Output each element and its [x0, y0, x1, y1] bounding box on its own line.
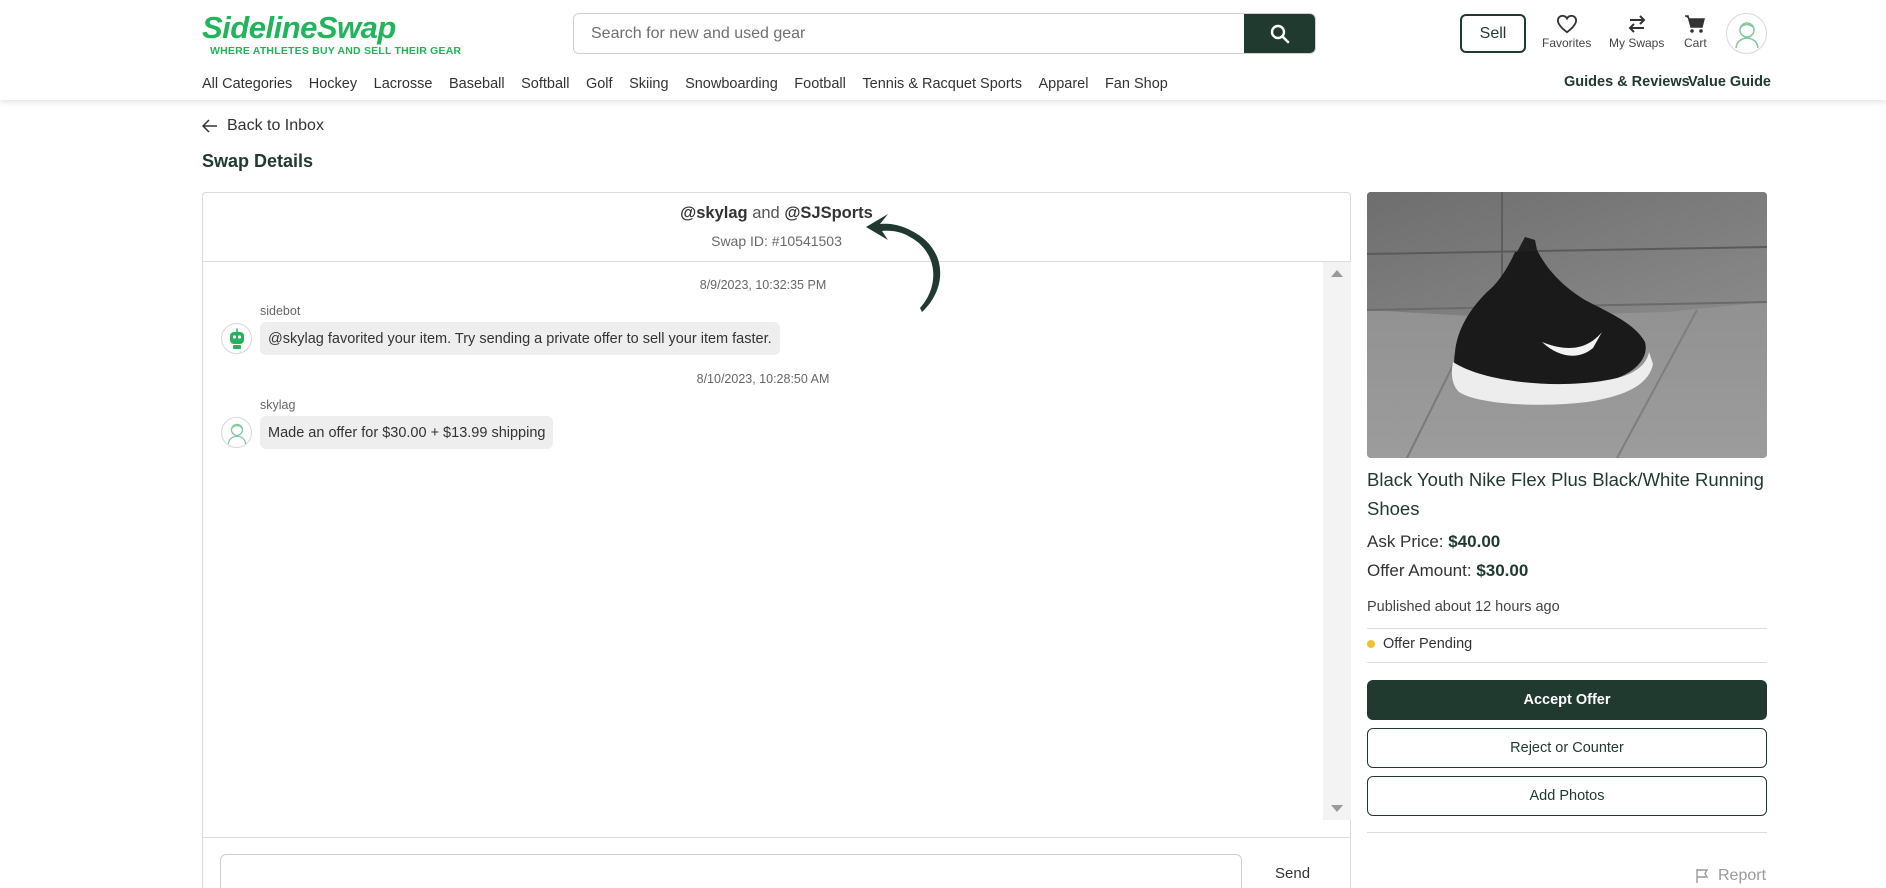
robot-icon	[229, 328, 244, 349]
nav-item-hockey[interactable]: Hockey	[309, 76, 357, 92]
cart-label: Cart	[1684, 36, 1707, 50]
sidelineswap-logo[interactable]: SidelineSwap WHERE ATHLETES BUY AND SELL…	[202, 10, 461, 59]
swap-chat-panel: @skylag and @SJSports Swap ID: #10541503…	[202, 192, 1351, 888]
nav-item-lacrosse[interactable]: Lacrosse	[374, 76, 433, 92]
message-input[interactable]	[220, 854, 1242, 888]
divider	[1367, 662, 1767, 663]
nav-item-skiing[interactable]: Skiing	[629, 76, 669, 92]
ask-price-label: Ask Price:	[1367, 532, 1444, 551]
nav-item-golf[interactable]: Golf	[586, 76, 613, 92]
ask-price-value: $40.00	[1448, 532, 1501, 551]
nav-item-baseball[interactable]: Baseball	[449, 76, 505, 92]
skylag-avatar	[221, 417, 252, 448]
swap-arrows-icon	[1628, 15, 1646, 33]
message-timestamp: 8/10/2023, 10:28:50 AM	[696, 372, 830, 386]
sidebot-avatar	[221, 323, 252, 354]
site-header: SidelineSwap WHERE ATHLETES BUY AND SELL…	[0, 0, 1886, 100]
published-time: Published about 12 hours ago	[1367, 599, 1560, 615]
message-composer: Send	[203, 837, 1350, 888]
back-to-inbox-link[interactable]: Back to Inbox	[202, 117, 324, 135]
favorites-link[interactable]: Favorites	[1542, 14, 1591, 50]
logo-tagline: WHERE ATHLETES BUY AND SELL THEIR GEAR	[210, 45, 462, 57]
reject-or-counter-button[interactable]: Reject or Counter	[1367, 728, 1767, 768]
message-timestamp: 8/9/2023, 10:32:35 PM	[699, 278, 827, 292]
heart-icon	[1556, 14, 1577, 34]
nav-item-apparel[interactable]: Apparel	[1038, 76, 1088, 92]
logo-wordmark: SidelineSwap	[202, 10, 396, 45]
offer-amount-label: Offer Amount:	[1367, 561, 1472, 580]
send-button[interactable]: Send	[1275, 865, 1310, 882]
divider	[1367, 628, 1767, 629]
my-swaps-link[interactable]: My Swaps	[1609, 14, 1664, 50]
product-title[interactable]: Black Youth Nike Flex Plus Black/White R…	[1367, 465, 1767, 523]
message-scrollbar[interactable]	[1323, 262, 1351, 820]
nav-item-football[interactable]: Football	[794, 76, 846, 92]
report-label: Report	[1718, 867, 1767, 884]
swap-id: Swap ID: #10541503	[711, 233, 842, 249]
page-title: Swap Details	[202, 151, 314, 171]
offer-amount-value: $30.00	[1476, 561, 1529, 580]
search-button[interactable]	[1244, 14, 1315, 53]
user-avatar-icon	[227, 423, 246, 444]
annotation-arrow	[866, 214, 941, 312]
nav-item-tennis[interactable]: Tennis & Racquet Sports	[862, 76, 1022, 92]
value-guide-link[interactable]: Value Guide	[1688, 74, 1771, 90]
category-nav: All Categories Hockey Lacrosse Baseball …	[202, 76, 1184, 92]
report-link[interactable]: Report	[1695, 867, 1766, 885]
ask-price: Ask Price: $40.00	[1367, 532, 1500, 552]
message-sender: sidebot	[260, 304, 301, 318]
nav-item-all-categories[interactable]: All Categories	[202, 76, 292, 92]
nav-item-fan-shop[interactable]: Fan Shop	[1105, 76, 1168, 92]
status-label: Offer Pending	[1383, 636, 1473, 652]
search-input[interactable]	[574, 14, 1246, 53]
user-avatar[interactable]	[1726, 13, 1767, 54]
chat-header: @skylag and @SJSports Swap ID: #10541503	[203, 193, 1350, 262]
cart-icon	[1685, 15, 1706, 33]
favorites-label: Favorites	[1542, 36, 1592, 50]
sneaker-photo	[1367, 192, 1767, 458]
and-text: and	[752, 204, 780, 222]
offer-status: Offer Pending	[1367, 636, 1472, 652]
message-list: 8/9/2023, 10:32:35 PM sidebot @skylag fa…	[203, 262, 1323, 837]
product-photo[interactable]	[1367, 192, 1767, 458]
add-photos-button[interactable]: Add Photos	[1367, 776, 1767, 816]
nav-item-snowboarding[interactable]: Snowboarding	[685, 76, 778, 92]
sell-button[interactable]: Sell	[1460, 14, 1526, 53]
arrow-left-icon	[202, 119, 217, 133]
message-sender: skylag	[260, 398, 296, 412]
chat-participants: @skylag and @SJSports	[203, 204, 1350, 223]
back-label: Back to Inbox	[227, 117, 324, 134]
message-bubble: @skylag favorited your item. Try sending…	[260, 322, 780, 355]
seller-username[interactable]: @SJSports	[784, 204, 873, 222]
status-dot	[1367, 640, 1375, 648]
divider	[1367, 832, 1767, 833]
scroll-down-arrow[interactable]	[1331, 805, 1343, 812]
scroll-up-arrow[interactable]	[1331, 270, 1343, 277]
accept-offer-button[interactable]: Accept Offer	[1367, 680, 1767, 720]
offer-amount: Offer Amount: $30.00	[1367, 561, 1528, 581]
cart-link[interactable]: Cart	[1684, 14, 1707, 50]
my-swaps-label: My Swaps	[1609, 36, 1665, 50]
flag-icon	[1696, 869, 1709, 883]
buyer-username[interactable]: @skylag	[680, 204, 747, 222]
nav-item-softball[interactable]: Softball	[521, 76, 569, 92]
search-icon	[1270, 24, 1289, 43]
guides-reviews-link[interactable]: Guides & Reviews	[1564, 74, 1690, 90]
user-avatar-icon	[1734, 21, 1759, 48]
search-bar	[573, 13, 1316, 54]
message-bubble: Made an offer for $30.00 + $13.99 shippi…	[260, 416, 554, 449]
